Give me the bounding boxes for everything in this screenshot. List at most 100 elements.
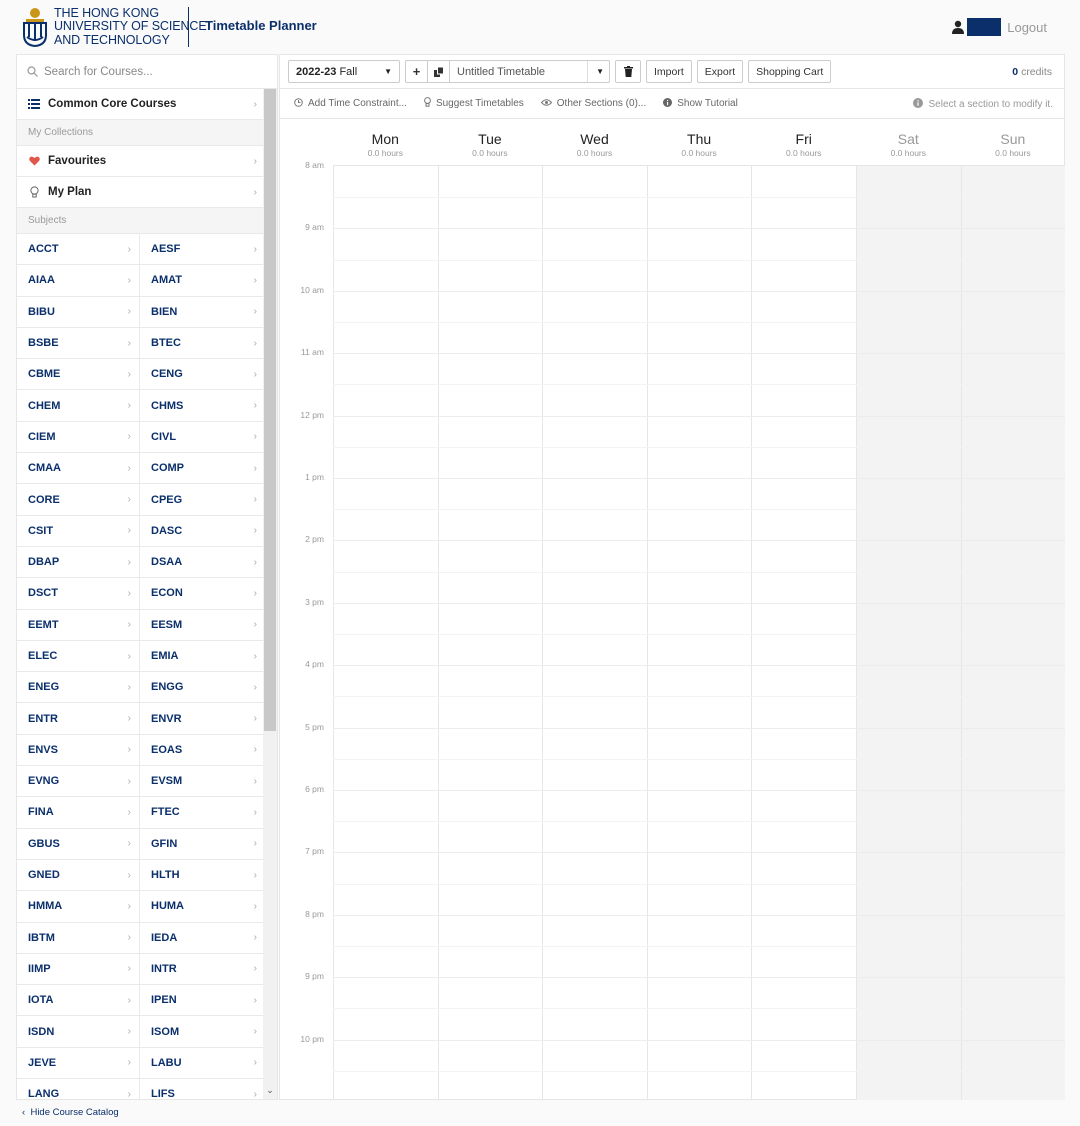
day-column-thu[interactable] bbox=[646, 166, 752, 1100]
chevron-right-icon: › bbox=[127, 838, 131, 850]
subject-item-labu[interactable]: LABU › bbox=[140, 1048, 265, 1080]
subject-item-hmma[interactable]: HMMA › bbox=[17, 891, 140, 923]
subject-item-econ[interactable]: ECON › bbox=[140, 578, 265, 610]
subject-item-hlth[interactable]: HLTH › bbox=[140, 860, 265, 892]
subject-item-ciem[interactable]: CIEM › bbox=[17, 421, 140, 454]
day-column-tue[interactable] bbox=[437, 166, 543, 1100]
subject-item-envr[interactable]: ENVR › bbox=[140, 703, 265, 735]
subject-item-amat[interactable]: AMAT › bbox=[140, 265, 265, 297]
subject-item-dasc[interactable]: DASC › bbox=[140, 516, 265, 547]
day-column-mon[interactable] bbox=[333, 166, 438, 1100]
subject-item-isdn[interactable]: ISDN › bbox=[17, 1016, 140, 1048]
add-timetable-button[interactable]: + bbox=[405, 60, 427, 83]
subject-item-ceng[interactable]: CENG › bbox=[140, 359, 265, 391]
subject-item-fina[interactable]: FINA › bbox=[17, 797, 140, 829]
subject-item-dbap[interactable]: DBAP › bbox=[17, 546, 140, 579]
chevron-right-icon: › bbox=[127, 619, 131, 631]
day-column-sun[interactable] bbox=[960, 166, 1066, 1100]
logout-link[interactable]: Logout bbox=[1007, 20, 1047, 35]
duplicate-timetable-button[interactable] bbox=[427, 60, 449, 83]
subject-item-eoas[interactable]: EOAS › bbox=[140, 735, 265, 767]
subject-item-comp[interactable]: COMP › bbox=[140, 453, 265, 485]
subject-item-ipen[interactable]: IPEN › bbox=[140, 985, 265, 1017]
chevron-right-icon: › bbox=[253, 1088, 257, 1099]
scroll-down-arrow-icon[interactable]: ⌄ bbox=[265, 1085, 275, 1099]
favourites-item[interactable]: Favourites › bbox=[17, 146, 265, 177]
subject-code: IBTM bbox=[28, 931, 55, 944]
subject-item-gfin[interactable]: GFIN › bbox=[140, 829, 265, 860]
subject-item-dsct[interactable]: DSCT › bbox=[17, 578, 140, 610]
subject-item-emia[interactable]: EMIA › bbox=[140, 641, 265, 673]
subject-item-ftec[interactable]: FTEC › bbox=[140, 797, 265, 829]
subject-item-iimp[interactable]: IIMP › bbox=[17, 953, 140, 986]
subject-item-bien[interactable]: BIEN › bbox=[140, 297, 265, 328]
subject-item-bibu[interactable]: BIBU › bbox=[17, 296, 140, 328]
my-plan-item[interactable]: My Plan › bbox=[17, 177, 265, 208]
show-tutorial-button[interactable]: Show Tutorial bbox=[663, 97, 738, 110]
header-divider bbox=[188, 7, 189, 47]
export-button[interactable]: Export bbox=[696, 60, 744, 83]
subject-item-elec[interactable]: ELEC › bbox=[17, 640, 140, 673]
subject-item-lang[interactable]: LANG › bbox=[17, 1079, 140, 1099]
subject-item-ieda[interactable]: IEDA › bbox=[140, 923, 265, 954]
app-title[interactable]: Timetable Planner bbox=[205, 18, 317, 33]
subject-item-acct[interactable]: ACCT › bbox=[17, 234, 140, 266]
subject-item-jeve[interactable]: JEVE › bbox=[17, 1047, 140, 1080]
subject-item-core[interactable]: CORE › bbox=[17, 484, 140, 516]
day-column-wed[interactable] bbox=[542, 166, 647, 1100]
chevron-right-icon: › bbox=[253, 274, 257, 286]
shopping-cart-button[interactable]: Shopping Cart bbox=[748, 60, 832, 83]
day-column-fri[interactable] bbox=[751, 166, 856, 1100]
subject-item-evng[interactable]: EVNG › bbox=[17, 766, 140, 798]
subject-item-gned[interactable]: GNED › bbox=[17, 859, 140, 892]
hour-line bbox=[333, 852, 1065, 854]
subject-item-eemt[interactable]: EEMT › bbox=[17, 609, 140, 641]
subject-item-entr[interactable]: ENTR › bbox=[17, 703, 140, 735]
subject-item-lifs[interactable]: LIFS › bbox=[140, 1079, 265, 1099]
subject-item-aiaa[interactable]: AIAA › bbox=[17, 265, 140, 297]
term-select[interactable]: 2022-23 Fall ▼ bbox=[288, 60, 400, 83]
day-column-sat[interactable] bbox=[856, 166, 961, 1100]
subject-item-cpeg[interactable]: CPEG › bbox=[140, 484, 265, 516]
subject-item-cbme[interactable]: CBME › bbox=[17, 359, 140, 391]
catalog-scrollbar[interactable]: ⌄ bbox=[263, 89, 277, 1099]
course-search-input[interactable]: Search for Courses... bbox=[17, 55, 277, 89]
scrollbar-thumb[interactable] bbox=[264, 89, 276, 731]
subject-item-eneg[interactable]: ENEG › bbox=[17, 672, 140, 704]
subject-item-huma[interactable]: HUMA › bbox=[140, 891, 265, 923]
subject-item-chem[interactable]: CHEM › bbox=[17, 390, 140, 422]
hide-course-catalog-link[interactable]: ‹ Hide Course Catalog bbox=[22, 1107, 119, 1118]
subject-code: ENGG bbox=[151, 681, 184, 694]
subject-item-bsbe[interactable]: BSBE › bbox=[17, 327, 140, 360]
subject-item-evsm[interactable]: EVSM › bbox=[140, 766, 265, 798]
subject-item-intr[interactable]: INTR › bbox=[140, 954, 265, 986]
suggest-timetables-button[interactable]: Suggest Timetables bbox=[424, 97, 524, 110]
common-core-courses-item[interactable]: Common Core Courses › bbox=[17, 89, 265, 120]
subject-item-envs[interactable]: ENVS › bbox=[17, 734, 140, 767]
subject-item-btec[interactable]: BTEC › bbox=[140, 328, 265, 360]
user-icon bbox=[952, 20, 965, 34]
subject-code: CIEM bbox=[28, 430, 56, 443]
add-time-constraint-button[interactable]: Add Time Constraint... bbox=[294, 97, 407, 110]
subject-item-ibtm[interactable]: IBTM › bbox=[17, 922, 140, 954]
import-button[interactable]: Import bbox=[646, 60, 692, 83]
subject-item-isom[interactable]: ISOM › bbox=[140, 1016, 265, 1048]
delete-timetable-button[interactable] bbox=[615, 60, 641, 83]
chevron-right-icon: › bbox=[127, 1057, 131, 1069]
other-sections-button[interactable]: Other Sections (0)... bbox=[540, 98, 646, 109]
subject-item-cmaa[interactable]: CMAA › bbox=[17, 453, 140, 485]
subject-item-engg[interactable]: ENGG › bbox=[140, 672, 265, 704]
university-logo[interactable]: THE HONG KONG UNIVERSITY OF SCIENCE AND … bbox=[22, 6, 207, 48]
subject-item-civl[interactable]: CIVL › bbox=[140, 422, 265, 454]
subject-item-gbus[interactable]: GBUS › bbox=[17, 828, 140, 860]
logo-line-2: UNIVERSITY OF SCIENCE bbox=[54, 19, 207, 34]
time-label: 1 pm bbox=[305, 472, 324, 482]
timetable-name-select[interactable]: Untitled Timetable ▼ bbox=[449, 60, 610, 83]
calendar-grid[interactable] bbox=[333, 165, 1066, 1100]
subject-item-iota[interactable]: IOTA › bbox=[17, 985, 140, 1017]
subject-item-aesf[interactable]: AESF › bbox=[140, 234, 265, 266]
subject-item-csit[interactable]: CSIT › bbox=[17, 515, 140, 547]
subject-item-chms[interactable]: CHMS › bbox=[140, 390, 265, 422]
subject-item-dsaa[interactable]: DSAA › bbox=[140, 547, 265, 579]
subject-item-eesm[interactable]: EESM › bbox=[140, 610, 265, 641]
